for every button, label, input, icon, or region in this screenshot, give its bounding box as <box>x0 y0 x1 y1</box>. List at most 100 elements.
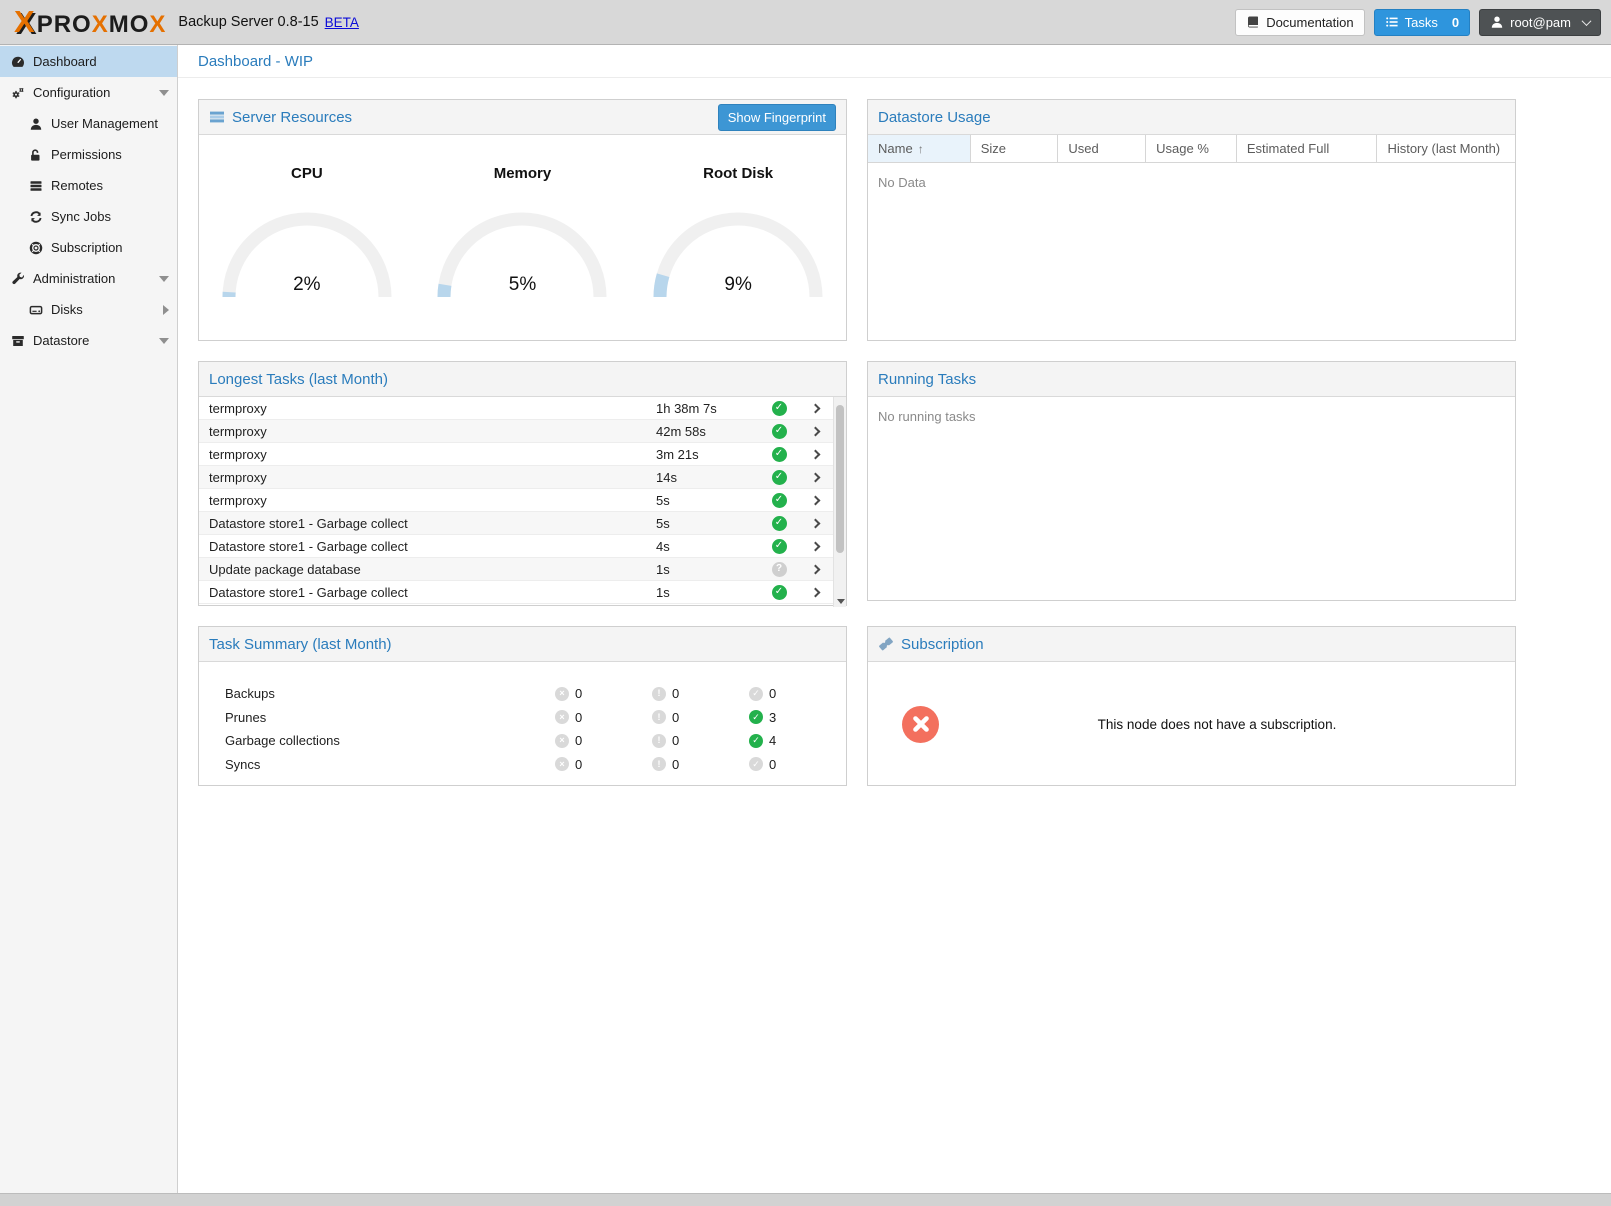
task-name: termproxy <box>199 424 656 439</box>
summary-row: Garbage collections×0!0✓4 <box>225 729 846 753</box>
proxmox-x-icon: X <box>14 6 35 37</box>
ok-count-icon: ✓ <box>749 687 763 701</box>
sidebar-item-disks[interactable]: Disks <box>0 294 177 325</box>
sidebar-item-label: Permissions <box>51 147 169 162</box>
open-task-chevron-icon[interactable] <box>810 495 820 505</box>
memory-gauge: Memory 5% <box>425 165 620 302</box>
error-count: 0 <box>575 757 582 772</box>
chevron-down-icon[interactable] <box>159 338 169 344</box>
error-count-icon: × <box>555 687 569 701</box>
task-duration: 1s <box>656 585 761 600</box>
running-tasks-empty-text: No running tasks <box>868 397 1515 436</box>
open-task-chevron-icon[interactable] <box>810 587 820 597</box>
task-name: Update package database <box>199 562 656 577</box>
column-header-estimated-full[interactable]: Estimated Full <box>1237 135 1378 162</box>
open-task-chevron-icon[interactable] <box>810 472 820 482</box>
open-task-chevron-icon[interactable] <box>810 564 820 574</box>
open-task-chevron-icon[interactable] <box>810 403 820 413</box>
tachometer-icon <box>11 55 25 69</box>
server-resources-panel: Server Resources Show Fingerprint CPU 2% <box>198 99 847 341</box>
open-task-chevron-icon[interactable] <box>810 449 820 459</box>
support-icon <box>29 241 43 255</box>
longest-tasks-panel: Longest Tasks (last Month) termproxy1h 3… <box>198 361 847 606</box>
task-row[interactable]: Datastore store1 - Garbage collect4s✓ <box>199 535 833 558</box>
user-icon <box>29 117 43 131</box>
task-row[interactable]: termproxy42m 58s ✓ <box>199 420 833 443</box>
task-duration: 5s <box>656 516 761 531</box>
sidebar-item-configuration[interactable]: Configuration <box>0 77 177 108</box>
datastore-usage-panel: Datastore Usage Name↑SizeUsedUsage %Esti… <box>867 99 1516 341</box>
column-header-used[interactable]: Used <box>1058 135 1146 162</box>
error-count-icon: × <box>555 710 569 724</box>
column-header-usage-[interactable]: Usage % <box>1146 135 1237 162</box>
task-row[interactable]: termproxy1h 38m 7s✓ <box>199 397 833 420</box>
warning-count: 0 <box>672 757 679 772</box>
warning-count-icon: ! <box>652 687 666 701</box>
hdd-icon <box>29 303 43 317</box>
page-title: Dashboard - WIP <box>198 53 313 70</box>
ok-count: 3 <box>769 710 776 725</box>
task-row[interactable]: termproxy3m 21s✓ <box>199 443 833 466</box>
open-task-chevron-icon[interactable] <box>810 426 820 436</box>
task-duration: 42m 58s <box>656 424 761 439</box>
column-header-size[interactable]: Size <box>971 135 1059 162</box>
sidebar-item-administration[interactable]: Administration <box>0 263 177 294</box>
sidebar-item-sync-jobs[interactable]: Sync Jobs <box>0 201 177 232</box>
documentation-button[interactable]: Documentation <box>1235 9 1364 36</box>
task-row[interactable]: termproxy5s✓ <box>199 489 833 512</box>
documentation-label: Documentation <box>1266 15 1353 30</box>
task-row[interactable]: termproxy14s✓ <box>199 466 833 489</box>
task-row[interactable]: Datastore store1 - Garbage collect1s✓ <box>199 581 833 604</box>
open-task-chevron-icon[interactable] <box>810 518 820 528</box>
gauge-row: CPU 2% Memory <box>199 135 846 302</box>
open-task-chevron-icon[interactable] <box>810 541 820 551</box>
tasks-label: Tasks <box>1405 15 1438 30</box>
task-duration: 1h 38m 7s <box>656 401 761 416</box>
unlock-icon <box>29 148 43 162</box>
scroll-down-arrow-icon[interactable] <box>837 599 845 604</box>
running-tasks-panel: Running Tasks No running tasks <box>867 361 1516 601</box>
chevron-down-icon[interactable] <box>159 276 169 282</box>
sidebar-item-subscription[interactable]: Subscription <box>0 232 177 263</box>
status-ok-icon: ✓ <box>772 585 787 600</box>
sidebar-item-dashboard[interactable]: Dashboard <box>0 46 177 77</box>
error-count: 0 <box>575 710 582 725</box>
sidebar-item-remotes[interactable]: Remotes <box>0 170 177 201</box>
horizontal-scrollbar[interactable] <box>0 1193 1611 1206</box>
chevron-down-icon[interactable] <box>159 90 169 96</box>
sidebar-item-user-management[interactable]: User Management <box>0 108 177 139</box>
server-resources-title: Server Resources <box>232 109 352 126</box>
summary-label: Backups <box>225 686 555 701</box>
task-name: termproxy <box>199 401 656 416</box>
task-summary-panel: Task Summary (last Month) Backups×0!0✓0P… <box>198 626 847 786</box>
column-header-history-last-month-[interactable]: History (last Month) <box>1377 135 1515 162</box>
sidebar-item-label: User Management <box>51 116 169 131</box>
beta-link[interactable]: BETA <box>325 15 359 30</box>
status-ok-icon: ✓ <box>772 424 787 439</box>
scrollbar-thumb[interactable] <box>836 405 844 553</box>
chevron-right-icon[interactable] <box>163 305 169 315</box>
task-duration: 1s <box>656 562 761 577</box>
sidebar-item-label: Datastore <box>33 333 159 348</box>
column-header-label: Usage % <box>1156 141 1209 156</box>
task-row[interactable]: Datastore store1 - Garbage collect5s✓ <box>199 512 833 535</box>
task-name: termproxy <box>199 447 656 462</box>
sidebar-item-label: Dashboard <box>33 54 169 69</box>
sidebar-item-label: Sync Jobs <box>51 209 169 224</box>
gears-icon <box>11 86 25 100</box>
column-header-label: Used <box>1068 141 1098 156</box>
status-ok-icon: ✓ <box>772 539 787 554</box>
gauge-label: Root Disk <box>641 165 836 182</box>
vertical-scrollbar[interactable] <box>833 397 846 607</box>
subscription-title: Subscription <box>901 636 984 653</box>
tasks-button[interactable]: Tasks 0 <box>1374 9 1470 36</box>
task-row[interactable]: Update package database1s? <box>199 558 833 581</box>
user-menu-button[interactable]: root@pam <box>1479 9 1601 36</box>
show-fingerprint-button[interactable]: Show Fingerprint <box>718 104 836 131</box>
sidebar-item-datastore[interactable]: Datastore <box>0 325 177 356</box>
column-header-name[interactable]: Name↑ <box>868 135 971 162</box>
sidebar-item-permissions[interactable]: Permissions <box>0 139 177 170</box>
summary-row: Prunes×0!0✓3 <box>225 706 846 730</box>
proxmox-logo: X PROXMOX <box>14 6 166 39</box>
task-summary-title: Task Summary (last Month) <box>209 636 392 653</box>
